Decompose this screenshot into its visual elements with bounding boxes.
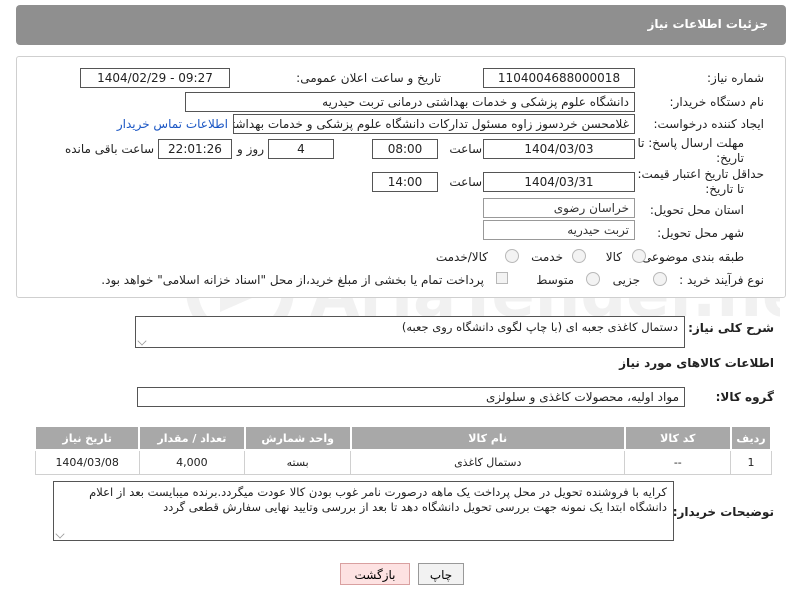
col-need-date: تاریخ نیاز (33, 425, 141, 451)
resize-handle-icon[interactable] (55, 529, 65, 539)
reply-deadline-time-label: ساعت (449, 142, 482, 156)
reply-deadline-date-field[interactable]: 1404/03/03 (483, 139, 635, 159)
resize-handle-icon[interactable] (137, 336, 147, 346)
city-field[interactable]: تربت حیدریه (483, 220, 635, 240)
process-radio-medium[interactable] (586, 272, 600, 286)
col-goods-name: نام کالا (349, 425, 626, 451)
price-validity-date-field[interactable]: 1404/03/31 (483, 172, 635, 192)
buyer-notes-textarea[interactable]: کرایه با فروشنده تحویل در محل پرداخت یک … (53, 481, 674, 541)
reply-deadline-days-label: روز و (237, 142, 264, 156)
reply-deadline-remaining-field[interactable]: 22:01:26 (158, 139, 232, 159)
summary-textarea[interactable]: دستمال کاغذی جعبه ای (با چاپ لگوی دانشگا… (135, 316, 685, 348)
buyer-notes-text: کرایه با فروشنده تحویل در محل پرداخت یک … (89, 485, 667, 514)
purchase-process-label: نوع فرآیند خرید : (679, 273, 764, 287)
process-option-minor: جزیی (612, 273, 640, 287)
buyer-notes-label: توضیحات خریدار: (672, 505, 774, 519)
reply-deadline-days-field[interactable]: 4 (268, 139, 334, 159)
cell-goods-name: دستمال کاغذی (350, 449, 626, 475)
province-field[interactable]: خراسان رضوی (483, 198, 635, 218)
category-option-goods-service: کالا/خدمت (435, 250, 488, 264)
category-radio-service[interactable] (572, 249, 586, 263)
cell-goods-code: -- (624, 449, 732, 475)
goods-group-label: گروه کالا: (715, 390, 774, 404)
col-row-number: ردیف (729, 425, 773, 451)
reply-deadline-label-line1: مهلت ارسال پاسخ: تا (637, 136, 744, 150)
cell-quantity: 4,000 (138, 449, 246, 475)
page-header: جزئیات اطلاعات نیاز (16, 5, 786, 45)
back-button[interactable]: بازگشت (340, 563, 410, 585)
category-option-service: خدمت (531, 250, 563, 264)
category-radio-goods[interactable] (632, 249, 646, 263)
buyer-org-label: نام دستگاه خریدار: (669, 95, 765, 109)
print-button[interactable]: چاپ (418, 563, 464, 585)
requester-field[interactable]: غلامحسن خردسوز زاوه مسئول تدارکات دانشگا… (233, 114, 635, 134)
need-number-field[interactable]: 1104004688000018 (483, 68, 635, 88)
page-title: جزئیات اطلاعات نیاز (647, 17, 768, 31)
city-label: شهر محل تحویل: (657, 226, 744, 240)
col-unit: واحد شمارش (243, 425, 352, 451)
need-number-label: شماره نیاز: (707, 71, 764, 85)
announce-datetime-label: تاریخ و ساعت اعلان عمومی: (296, 71, 441, 85)
goods-group-field[interactable]: مواد اولیه، محصولات کاغذی و سلولزی (137, 387, 685, 407)
category-option-goods: کالا (605, 250, 622, 264)
category-radio-goods-service[interactable] (505, 249, 519, 263)
category-label: طبقه بندی موضوعی: (637, 250, 744, 264)
requester-label: ایجاد کننده درخواست: (653, 117, 764, 131)
goods-info-title: اطلاعات کالاهای مورد نیاز (619, 356, 774, 370)
reply-deadline-time-field[interactable]: 08:00 (372, 139, 438, 159)
reply-deadline-label-line2: تاریخ: (716, 151, 744, 165)
price-validity-time-field[interactable]: 14:00 (372, 172, 438, 192)
cell-row-number: 1 (730, 449, 772, 475)
price-validity-label-line2: تا تاریخ: (705, 182, 744, 196)
price-validity-label-line1: حداقل تاریخ اعتبار قیمت: (637, 167, 764, 181)
price-validity-time-label: ساعت (449, 175, 482, 189)
goods-table-header-row: ردیف کد کالا نام کالا واحد شمارش تعداد /… (33, 425, 773, 451)
col-quantity: تعداد / مقدار (138, 425, 246, 451)
summary-text: دستمال کاغذی جعبه ای (با چاپ لگوی دانشگا… (401, 320, 678, 334)
cell-need-date: 1404/03/08 (34, 449, 140, 475)
summary-label: شرح کلی نیاز: (688, 321, 774, 335)
table-row[interactable]: 1 -- دستمال کاغذی بسته 4,000 1404/03/08 (34, 449, 772, 475)
treasury-payment-note: پرداخت تمام یا بخشی از مبلغ خرید،از محل … (101, 273, 484, 287)
province-label: استان محل تحویل: (649, 203, 744, 217)
process-radio-minor[interactable] (653, 272, 667, 286)
cell-unit: بسته (244, 449, 352, 475)
announce-datetime-field[interactable]: 1404/02/29 - 09:27 (80, 68, 230, 88)
col-goods-code: کد کالا (623, 425, 732, 451)
buyer-contact-link[interactable]: اطلاعات تماس خریدار (117, 117, 228, 131)
reply-deadline-remaining-label: ساعت باقی مانده (64, 142, 154, 156)
treasury-payment-checkbox[interactable] (496, 272, 508, 284)
process-option-medium: متوسط (536, 273, 574, 287)
goods-table: ردیف کد کالا نام کالا واحد شمارش تعداد /… (33, 425, 773, 475)
buyer-org-field[interactable]: دانشگاه علوم پزشکی و خدمات بهداشتی درمان… (185, 92, 635, 112)
